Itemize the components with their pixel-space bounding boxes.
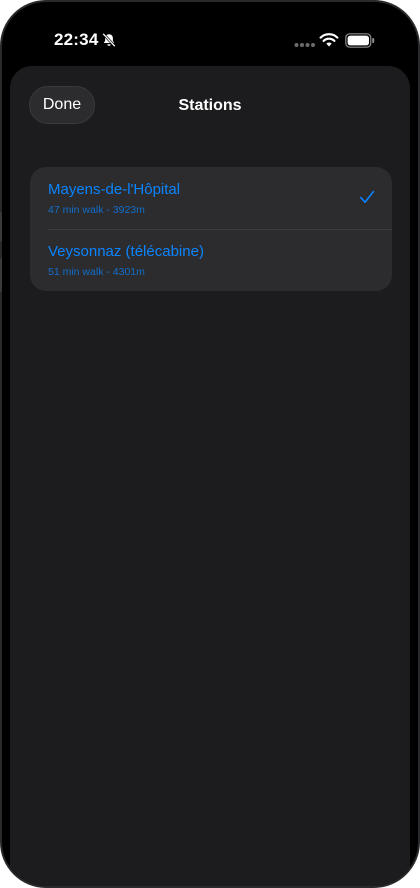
station-name: Mayens-de-l'Hôpital <box>48 181 181 198</box>
checkmark-icon <box>360 190 375 203</box>
station-name: Veysonnaz (télécabine) <box>48 243 204 260</box>
station-item-veysonnaz[interactable]: Veysonnaz (télécabine) 51 min walk - 430… <box>30 229 392 291</box>
device-frame: 22:34 Done Stations Mayens-de-l'Hôpital … <box>0 0 420 888</box>
station-walk-info: 47 min walk - 3923m <box>48 204 145 216</box>
station-walk-info: 51 min walk - 4301m <box>48 266 145 278</box>
battery-icon <box>345 33 375 48</box>
status-bar: 22:34 <box>2 2 418 68</box>
stations-sheet: Done Stations Mayens-de-l'Hôpital 47 min… <box>10 66 410 886</box>
screen: 22:34 Done Stations Mayens-de-l'Hôpital … <box>2 2 418 886</box>
station-item-mayens[interactable]: Mayens-de-l'Hôpital 47 min walk - 3923m <box>30 167 392 230</box>
wifi-icon <box>319 33 339 47</box>
stations-list: Mayens-de-l'Hôpital 47 min walk - 3923m … <box>30 167 392 291</box>
status-time: 22:34 <box>54 30 99 49</box>
cellular-signal-icon <box>294 43 315 47</box>
bell-slash-icon <box>102 32 116 48</box>
sheet-title: Stations <box>178 97 242 114</box>
